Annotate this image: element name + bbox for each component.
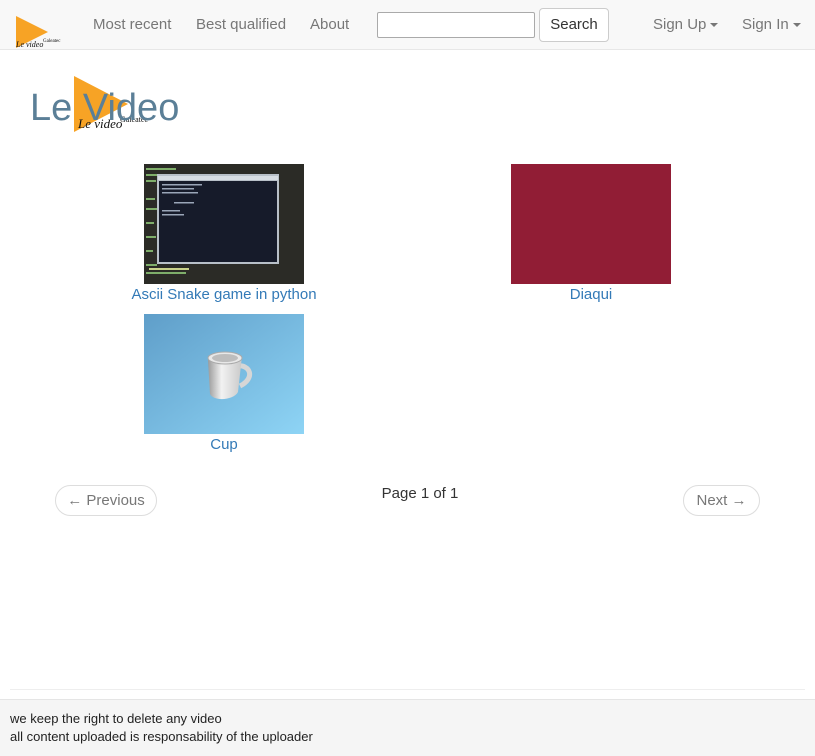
previous-page-button[interactable]: ← Previous (55, 485, 157, 516)
sign-in-label: Sign In (742, 16, 789, 33)
next-page-button[interactable]: Next → (683, 485, 760, 516)
video-thumbnail-terminal[interactable] (144, 164, 304, 284)
search-input[interactable] (377, 12, 535, 38)
caret-down-icon (792, 23, 801, 28)
sign-up-label: Sign Up (653, 16, 707, 33)
footer-notice-delete: we keep the right to delete any video (10, 711, 222, 726)
play-triangle-logo-icon: Le video Galeatec (15, 16, 61, 49)
footer-notice-responsibility: all content uploaded is responsability o… (10, 729, 313, 744)
page-indicator: Page 1 of 1 (381, 485, 459, 502)
sign-up-dropdown[interactable]: Sign Up (653, 16, 719, 34)
search-button[interactable]: Search (539, 8, 609, 42)
svg-text:Galeatec: Galeatec (43, 39, 61, 44)
site-title: Le Video (30, 87, 180, 129)
video-thumbnail-diaqui[interactable] (511, 164, 671, 284)
site-header-logo: Le video Galeatec Le Video (30, 74, 190, 134)
svg-text:Le video: Le video (15, 40, 43, 49)
footer: we keep the right to delete any video al… (0, 699, 815, 756)
nav-about[interactable]: About (310, 16, 349, 34)
video-thumbnail-cup[interactable] (144, 314, 304, 434)
navbar: Le video Galeatec Most recent Best quali… (0, 0, 815, 50)
video-card: Cup (104, 314, 344, 454)
video-title-link[interactable]: Diaqui (471, 286, 711, 304)
caret-down-icon (710, 23, 719, 28)
brand-logo[interactable]: Le video Galeatec (14, 14, 62, 50)
video-title-link[interactable]: Ascii Snake game in python (104, 286, 344, 304)
footer-divider (10, 689, 805, 690)
video-title-link[interactable]: Cup (104, 436, 344, 454)
sign-in-dropdown[interactable]: Sign In (742, 16, 801, 34)
nav-best-qualified[interactable]: Best qualified (196, 16, 286, 34)
video-card: Ascii Snake game in python (104, 164, 344, 304)
video-card: Diaqui (471, 164, 711, 304)
nav-most-recent[interactable]: Most recent (93, 16, 171, 34)
